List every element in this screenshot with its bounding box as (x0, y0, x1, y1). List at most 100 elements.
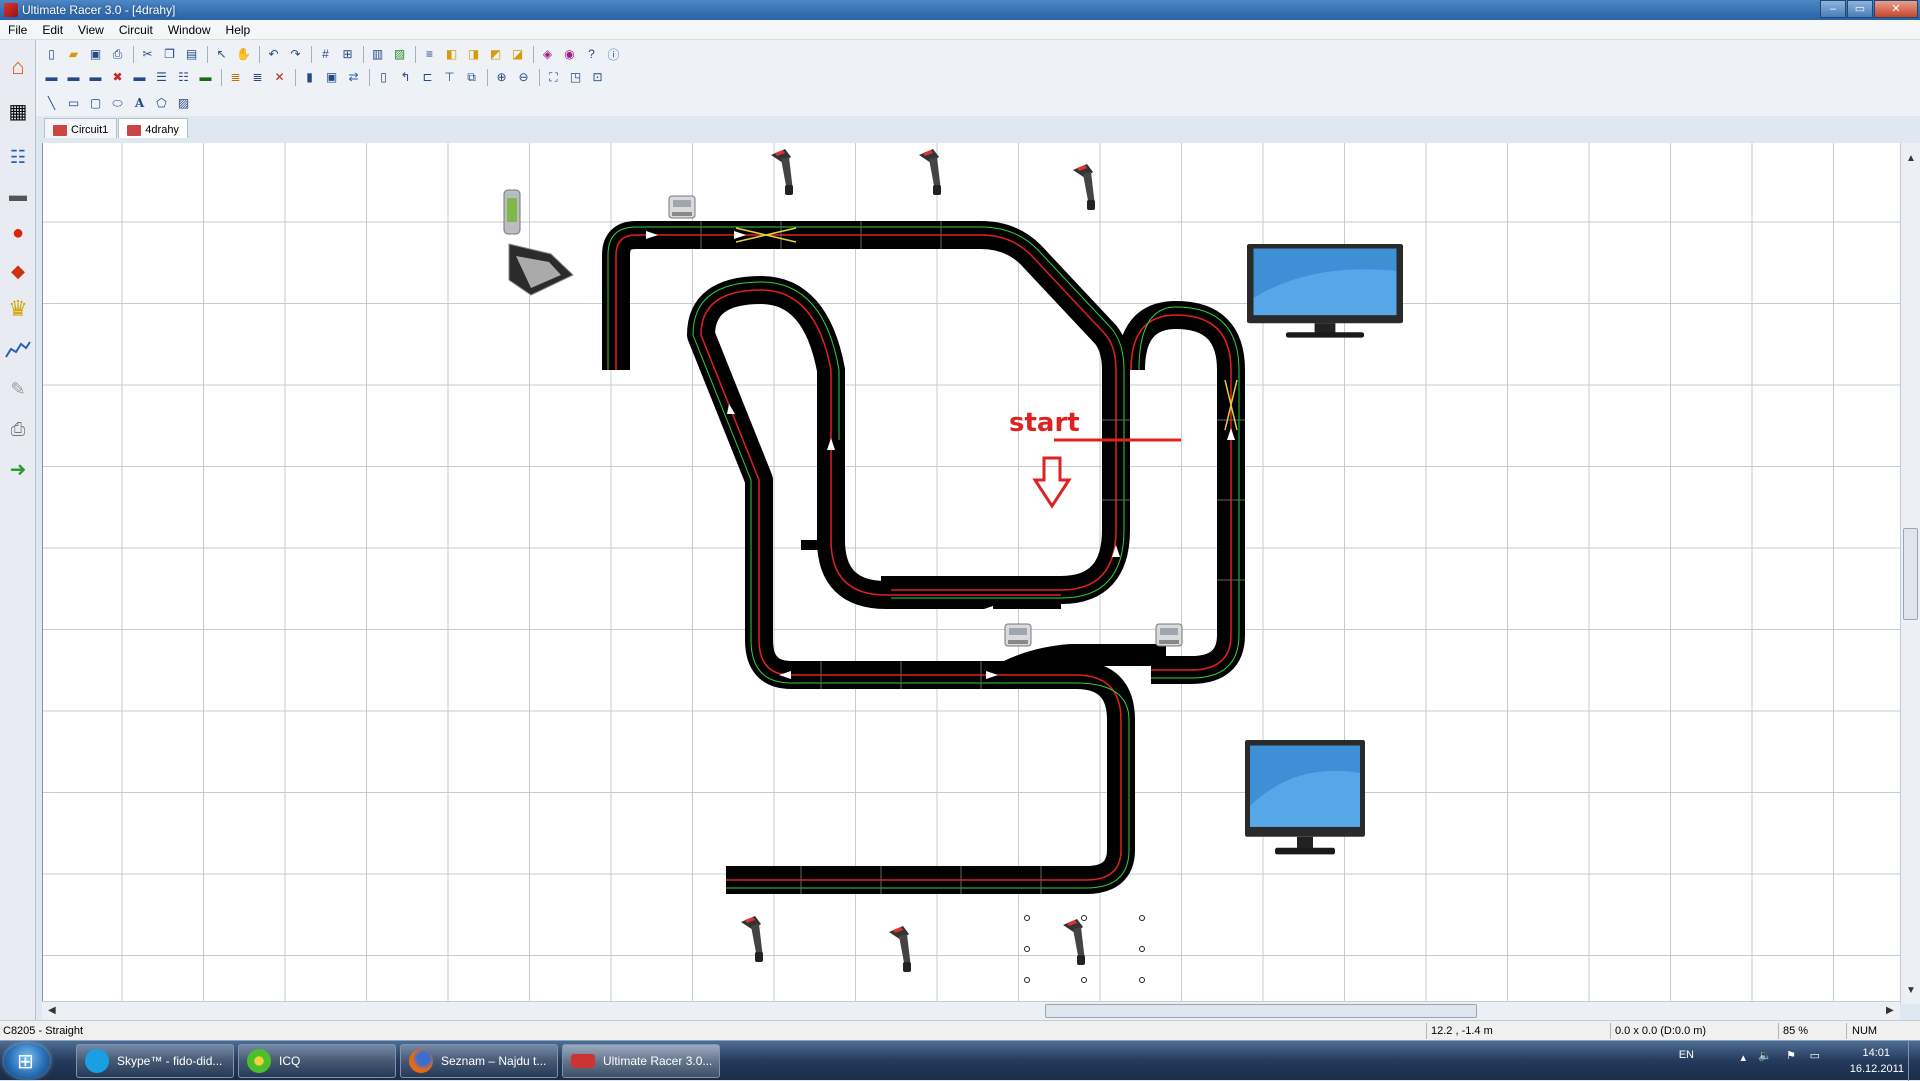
tray-arrow-icon[interactable]: ▴ (1740, 1051, 1746, 1064)
menu-help[interactable]: Help (218, 20, 258, 40)
taskbar-skype[interactable]: Skype™ - fido-did... (76, 1044, 234, 1078)
car-icon[interactable]: ▬ (3, 180, 33, 210)
start-button[interactable] (4, 1043, 50, 1079)
lane-change-icon[interactable]: ✖ (108, 68, 127, 87)
trophy-icon[interactable]: ♛ (3, 294, 33, 324)
group-icon[interactable]: ◩ (486, 45, 505, 64)
image-icon[interactable]: ▨ (390, 45, 409, 64)
rounded-rect-tool-icon[interactable]: ▢ (86, 94, 105, 113)
taskbar-icq[interactable]: ICQ (238, 1044, 396, 1078)
print-icon[interactable]: ⎙ (108, 45, 127, 64)
snap-icon[interactable]: ⊞ (338, 45, 357, 64)
pitlane-icon[interactable]: ☷ (174, 68, 193, 87)
exit-icon[interactable]: ➜ (3, 454, 33, 484)
drivers-icon[interactable]: ☷ (3, 142, 33, 172)
double-stripes-icon[interactable]: ≣ (248, 68, 267, 87)
pan-icon[interactable]: ✋ (234, 45, 253, 64)
polygon-tool-icon[interactable]: ⬠ (152, 94, 171, 113)
rotate-right-icon[interactable]: ⊏ (418, 68, 437, 87)
preview-icon[interactable]: ◉ (560, 45, 579, 64)
zoom-fit-icon[interactable]: ⛶ (544, 68, 563, 87)
rect-tool-icon[interactable]: ▭ (64, 94, 83, 113)
line-tool-icon[interactable]: ╲ (42, 94, 61, 113)
bridge-icon[interactable]: ▬ (196, 68, 215, 87)
border-icon[interactable]: ▬ (130, 68, 149, 87)
open-icon[interactable]: ▰ (64, 45, 83, 64)
clock-time[interactable]: 14:01 (1862, 1047, 1890, 1059)
scroll-left-icon[interactable]: ◀ (48, 1005, 56, 1016)
minimize-button[interactable]: – (1820, 0, 1846, 18)
home-icon[interactable]: ⌂ (3, 52, 33, 82)
text-tool-icon[interactable]: A (130, 94, 149, 113)
tab-4drahy[interactable]: 4drahy (118, 118, 188, 138)
select-icon[interactable]: ↖ (212, 45, 231, 64)
undo-icon[interactable]: ↶ (264, 45, 283, 64)
ungroup-icon[interactable]: ◪ (508, 45, 527, 64)
zoom-window-icon[interactable]: ◳ (566, 68, 585, 87)
horizontal-scrollbar[interactable]: ◀ ▶ (42, 1001, 1900, 1020)
tab-circuit1[interactable]: Circuit1 (44, 118, 118, 138)
redo-icon[interactable]: ↷ (286, 45, 305, 64)
taskbar-ultimate-racer[interactable]: Ultimate Racer 3.0... (562, 1044, 720, 1078)
maximize-button[interactable]: ▭ (1847, 0, 1873, 18)
taskbar-firefox[interactable]: Seznam – Najdu t... (400, 1044, 558, 1078)
crossover-icon[interactable]: ▬ (86, 68, 105, 87)
pen-icon[interactable]: ✎ (3, 374, 33, 404)
bring-front-icon[interactable]: ◧ (442, 45, 461, 64)
camera-icon[interactable]: ▣ (322, 68, 341, 87)
straight-track-icon[interactable]: ▬ (42, 68, 61, 87)
about-icon[interactable]: ⓘ (604, 45, 623, 64)
curve-track-icon[interactable]: ▬ (64, 68, 83, 87)
ellipse-tool-icon[interactable]: ⬭ (108, 94, 127, 113)
delete-track-icon[interactable]: ✕ (270, 68, 289, 87)
align-left-icon[interactable]: ≡ (420, 45, 439, 64)
center-icon[interactable]: ⊡ (588, 68, 607, 87)
cut-icon[interactable]: ✂ (138, 45, 157, 64)
circuit-canvas[interactable]: start (42, 143, 1900, 1004)
chart-icon[interactable] (3, 334, 33, 364)
scroll-up-icon[interactable]: ▲ (1906, 153, 1916, 164)
stripes-icon[interactable]: ≣ (226, 68, 245, 87)
clock-date[interactable]: 16.12.2011 (1850, 1063, 1904, 1075)
menu-circuit[interactable]: Circuit (111, 20, 160, 40)
rotate-left-icon[interactable]: ↰ (396, 68, 415, 87)
show-desktop-button[interactable] (1908, 1041, 1920, 1081)
horizontal-scroll-thumb[interactable] (1045, 1004, 1477, 1018)
grid-icon[interactable]: # (316, 45, 335, 64)
network-icon[interactable]: ▭ (1810, 1049, 1820, 1062)
zoom-out-icon[interactable]: ⊖ (514, 68, 533, 87)
printer-icon[interactable]: ⎙ (3, 414, 33, 444)
flag-icon[interactable]: ⚑ (1786, 1049, 1796, 1062)
flip-icon[interactable]: ⊤ (440, 68, 459, 87)
new-icon[interactable]: ▯ (42, 45, 61, 64)
image-tool-icon[interactable]: ▨ (174, 94, 193, 113)
column-icon[interactable]: ▮ (300, 68, 319, 87)
menu-edit[interactable]: Edit (34, 20, 70, 40)
menu-file[interactable]: File (0, 20, 34, 40)
gearbox-icon[interactable]: ◆ (3, 256, 33, 286)
scroll-down-icon[interactable]: ▼ (1906, 985, 1916, 996)
menu-window[interactable]: Window (160, 20, 218, 40)
track-lib-icon[interactable]: ◈ (538, 45, 557, 64)
connect-icon[interactable]: ⇄ (344, 68, 363, 87)
race-flag-icon[interactable]: ▦ (3, 96, 33, 126)
volume-icon[interactable]: 🔈 (1758, 1049, 1772, 1062)
barrier-icon[interactable]: ☰ (152, 68, 171, 87)
save-icon[interactable]: ▣ (86, 45, 105, 64)
paste-icon[interactable]: ▤ (182, 45, 201, 64)
send-back-icon[interactable]: ◨ (464, 45, 483, 64)
vertical-scrollbar[interactable]: ▲ ▼ (1900, 143, 1920, 1004)
vertical-scroll-thumb[interactable] (1903, 528, 1918, 620)
language-indicator[interactable]: EN (1679, 1049, 1694, 1061)
help-icon[interactable]: ? (582, 45, 601, 64)
copy-icon[interactable]: ❐ (160, 45, 179, 64)
window-controls: – ▭ ✕ (1819, 0, 1918, 18)
mirror-icon[interactable]: ⧉ (462, 68, 481, 87)
close-button[interactable]: ✕ (1874, 0, 1918, 18)
menu-view[interactable]: View (70, 20, 111, 40)
zoom-in-icon[interactable]: ⊕ (492, 68, 511, 87)
race-car-icon[interactable]: ● (3, 218, 33, 248)
rect-select-icon[interactable]: ▯ (374, 68, 393, 87)
layer-icon[interactable]: ▥ (368, 45, 387, 64)
scroll-right-icon[interactable]: ▶ (1886, 1005, 1894, 1016)
